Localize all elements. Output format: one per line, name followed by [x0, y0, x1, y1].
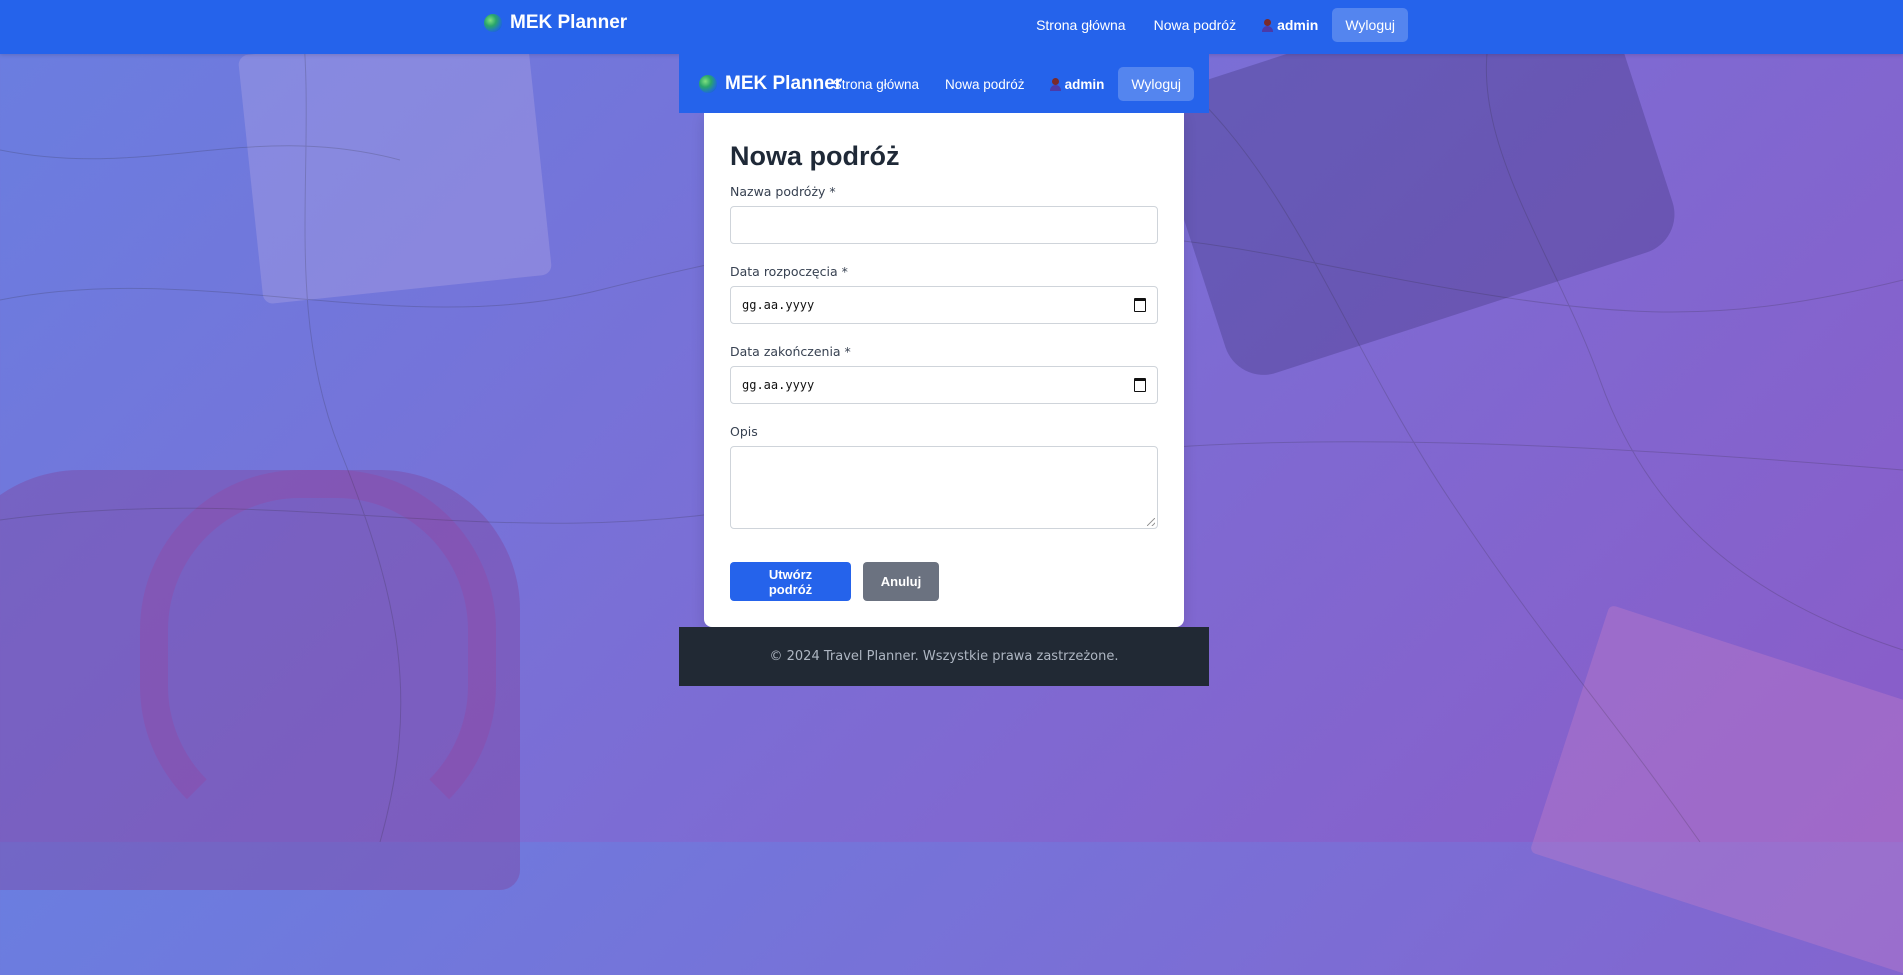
nav-new-trip-link[interactable]: Nowa podróż: [1140, 8, 1251, 42]
description-field: Opis: [730, 424, 1158, 529]
inner-navbar: MEK Planner Strona główna Nowa podróż ad…: [679, 54, 1209, 113]
start-date-placeholder: gg.aa.yyyy: [742, 298, 815, 312]
nav-home-link[interactable]: Strona główna: [1022, 8, 1140, 42]
inner-nav-links: Strona główna Nowa podróż admin Wyloguj: [820, 67, 1194, 101]
trip-name-label: Nazwa podróży *: [730, 184, 836, 199]
footer-copyright: © 2024 Travel Planner. Wszystkie prawa z…: [769, 649, 1119, 664]
description-label: Opis: [730, 424, 758, 439]
inner-nav-home-link[interactable]: Strona główna: [820, 68, 932, 101]
background-bag-handle: [140, 470, 496, 846]
page-container: MEK Planner Strona główna Nowa podróż ad…: [679, 54, 1209, 686]
start-date-input[interactable]: gg.aa.yyyy: [730, 286, 1158, 324]
description-textarea[interactable]: [730, 446, 1158, 529]
calendar-icon[interactable]: [1134, 378, 1146, 392]
background-notebook: [237, 25, 553, 305]
end-date-input[interactable]: gg.aa.yyyy: [730, 366, 1158, 404]
user-icon: [1262, 19, 1274, 32]
inner-logout-button[interactable]: Wyloguj: [1118, 67, 1194, 101]
top-navbar: MEK Planner Strona główna Nowa podróż ad…: [0, 0, 1903, 54]
cancel-button[interactable]: Anuluj: [863, 562, 939, 601]
page-title: Nowa podróż: [730, 141, 900, 171]
background-maps: [1529, 604, 1903, 975]
trip-name-field: Nazwa podróży *: [730, 184, 1158, 244]
inner-nav-new-trip-link[interactable]: Nowa podróż: [932, 68, 1038, 101]
footer: © 2024 Travel Planner. Wszystkie prawa z…: [679, 627, 1209, 686]
trip-name-input[interactable]: [730, 206, 1158, 244]
globe-icon: [484, 14, 502, 32]
end-date-label: Data zakończenia *: [730, 344, 851, 359]
user-icon: [1049, 78, 1061, 91]
nav-user[interactable]: admin: [1250, 8, 1330, 42]
form-actions: Utwórz podróż Anuluj: [730, 562, 1158, 601]
globe-icon: [699, 75, 717, 93]
resize-grip[interactable]: [1147, 518, 1155, 526]
logout-button[interactable]: Wyloguj: [1332, 8, 1408, 42]
brand-name: MEK Planner: [510, 12, 628, 33]
background-camera: [1145, 0, 1685, 386]
end-date-field: Data zakończenia * gg.aa.yyyy: [730, 344, 1158, 404]
create-trip-button[interactable]: Utwórz podróż: [730, 562, 851, 601]
new-trip-form-card: Nowa podróż Nazwa podróży * Data rozpocz…: [704, 113, 1184, 627]
calendar-icon[interactable]: [1134, 298, 1146, 312]
end-date-placeholder: gg.aa.yyyy: [742, 378, 815, 392]
inner-user-name: admin: [1064, 76, 1105, 92]
top-nav-links: Strona główna Nowa podróż admin Wyloguj: [1022, 8, 1408, 42]
background-bag: [0, 470, 520, 890]
start-date-label: Data rozpoczęcia *: [730, 264, 848, 279]
user-name: admin: [1277, 17, 1319, 33]
inner-nav-user[interactable]: admin: [1038, 68, 1117, 101]
start-date-field: Data rozpoczęcia * gg.aa.yyyy: [730, 264, 1158, 324]
brand-link[interactable]: MEK Planner: [484, 12, 627, 34]
